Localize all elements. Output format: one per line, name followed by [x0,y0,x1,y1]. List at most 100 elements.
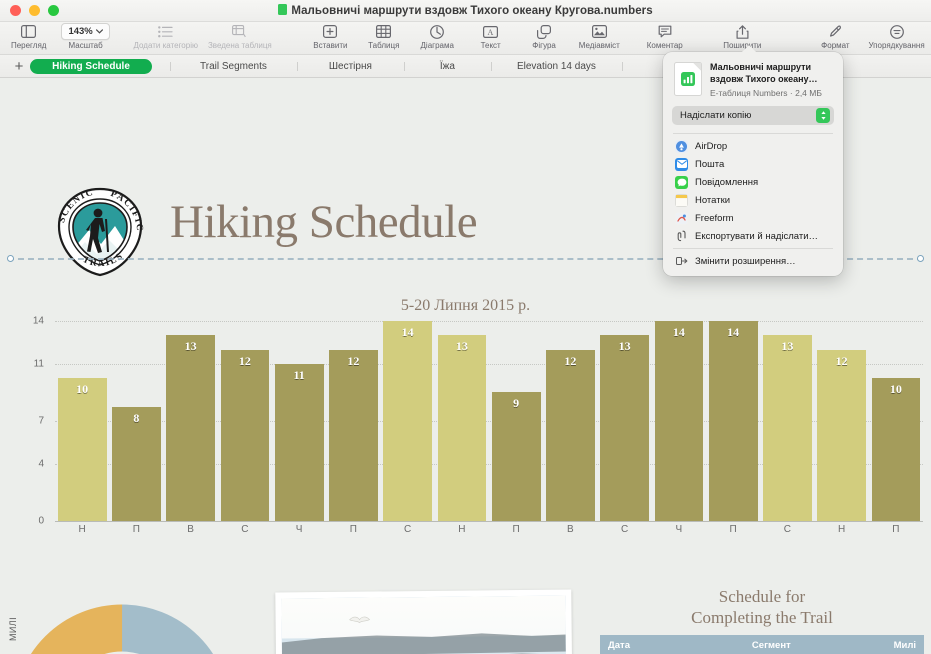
chart-bar[interactable]: 12 [817,349,866,521]
chart-bar[interactable]: 8 [112,406,161,521]
chart-bar-rect: 13 [437,335,487,521]
toolbar-zoom-control[interactable]: 143% Масштаб [55,23,115,50]
chart-bar-value-label: 12 [835,353,848,368]
column-header-segment[interactable]: Сегмент [743,635,882,654]
add-sheet-button[interactable]: + [8,59,30,74]
sheet-tab-izha[interactable]: Їжа [403,59,491,74]
chart-x-tick-label: С [241,524,249,535]
share-target-freeform[interactable]: Freeform [663,209,843,227]
share-target-messages[interactable]: Повідомлення [663,173,843,191]
share-target-mail[interactable]: Пошта [663,155,843,173]
chart-bar-rect: 13 [763,335,812,521]
chart-bar[interactable]: 12 [329,349,378,521]
coastal-photo-frame[interactable] [275,589,573,654]
share-file-meta: Е‑таблиця Numbers · 2,4 МБ [710,88,822,98]
selection-handle-right[interactable] [917,255,924,262]
chart-y-tick-label: 11 [33,358,44,370]
chart-bar[interactable]: 13 [437,335,487,521]
chart-y-tick-label: 7 [38,415,44,427]
toolbar-arrange-button[interactable]: Упорядкування [862,23,931,50]
chart-bar[interactable]: 10 [57,378,107,521]
chart-y-tick-label: 0 [38,515,44,527]
toolbar-chart-button[interactable]: Діаграма [411,23,464,50]
chart-bar-value-label: 14 [672,325,685,339]
toolbar-view-button[interactable]: Перегляд [2,23,55,50]
toolbar-arrange-label: Упорядкування [868,41,925,50]
chart-bar[interactable]: 11 [274,363,324,521]
toolbar-comment-label: Коментар [646,41,683,50]
chart-bar[interactable]: 14 [654,321,704,521]
toolbar-comment-button[interactable]: Коментар [638,23,691,50]
toolbar-insert-button[interactable]: Вставити [304,23,357,50]
share-target-notes[interactable]: Нотатки [663,191,843,209]
chart-bar-rect: 13 [600,335,649,521]
share-target-mail-label: Пошта [695,158,725,170]
chart-x-tick-label: Ч [675,524,683,535]
toolbar-format-button[interactable]: Формат [809,23,862,50]
chart-bar[interactable]: 10 [871,378,921,521]
share-file-name: Мальовничі маршрути вздовж Тихого океану… [710,62,818,84]
share-send-option-select[interactable]: Надіслати копію [672,106,834,125]
share-target-airdrop-label: AirDrop [695,140,728,152]
sheet-tab-trail-segments[interactable]: Trail Segments [170,59,297,74]
chart-bar-value-label: 13 [781,339,794,354]
chart-x-tick-label: Н [838,524,846,535]
mail-icon [675,157,688,171]
chart-x-tick-label: С [783,524,791,535]
share-edit-extensions[interactable]: Змінити розширення… [663,252,843,270]
share-target-messages-label: Повідомлення [695,176,759,188]
chart-bar-value-label: 11 [293,367,305,382]
numbers-file-icon [674,62,702,96]
schedule-table[interactable]: Дата Сегмент Милі 5-20 Липня 2015 р.Cali… [600,635,924,654]
toolbar-view-label: Перегляд [10,41,47,50]
chart-icon [430,23,445,40]
toolbar-table-label: Таблиця [368,41,400,50]
toolbar-table-button[interactable]: Таблиця [357,23,410,50]
numbers-window: Мальовничі маршрути вздовж Тихого океану… [0,0,931,654]
sheet-tab-elevation-14-days[interactable]: Elevation 14 days [490,59,622,74]
chart-bar[interactable]: 14 [708,321,758,521]
comment-icon [658,23,672,40]
export-icon [675,230,688,243]
window-title-text: Мальовничі маршрути вздовж Тихого океану… [291,5,653,17]
share-popover[interactable]: Мальовничі маршрути вздовж Тихого океану… [663,45,843,276]
chart-x-tick-label: Ч [295,524,303,535]
sheet-tab-hiking-schedule[interactable]: Hiking Schedule [30,58,152,74]
chart-bar-rect: 12 [817,349,866,521]
share-target-airdrop[interactable]: AirDrop [663,137,843,155]
column-header-miles[interactable]: Милі [881,635,924,654]
sheet-tab-overflow[interactable] [621,59,645,74]
messages-icon [675,175,688,189]
chart-bar[interactable]: 13 [763,335,812,521]
sidebar-icon [21,23,37,40]
share-file-summary: Мальовничі маршрути вздовж Тихого океану… [663,60,843,104]
share-target-export-and-send[interactable]: Експортувати й надіслати… [663,227,843,245]
hiking-miles-bar-chart[interactable]: МИЛІ 0 4 7 11 14 10 8 13 12 11 12 14 13 9 12 13 14 14 13 1… [0,316,931,641]
column-header-date[interactable]: Дата [600,635,744,654]
notes-icon [675,193,688,207]
stepper-icon[interactable] [816,108,830,123]
chart-x-tick-label: Н [78,524,86,535]
share-target-freeform-label: Freeform [695,212,734,224]
chart-x-tick-label: П [512,524,520,535]
pivot-table-icon [231,23,248,40]
toolbar-shape-button[interactable]: Фігура [517,23,570,50]
chart-bar-rect: 8 [112,406,161,521]
toolbar-insert-label: Вставити [313,41,348,50]
toolbar-media-button[interactable]: Медіавміст [571,23,628,50]
chart-bar[interactable]: 9 [491,392,541,521]
toolbar-text-button[interactable]: A Текст [464,23,517,50]
percentage-of-trail-donut-chart[interactable] [12,603,232,654]
window-title: Мальовничі маршрути вздовж Тихого океану… [0,4,931,17]
zoom-icon: 143% [61,23,110,40]
chart-bar[interactable]: 12 [546,349,595,521]
sheet-tab-shestirnya[interactable]: Шестірня [296,59,404,74]
selection-handle-left[interactable] [7,255,14,262]
table-header-row: Дата Сегмент Милі [600,635,924,654]
chart-bar[interactable]: 13 [600,335,649,521]
chart-bar[interactable]: 13 [166,335,215,521]
chart-bar-value-label: 14 [727,325,740,339]
chart-bar[interactable]: 12 [220,349,270,521]
chart-bar[interactable]: 14 [383,321,432,521]
chart-bar-rect: 14 [708,321,758,521]
